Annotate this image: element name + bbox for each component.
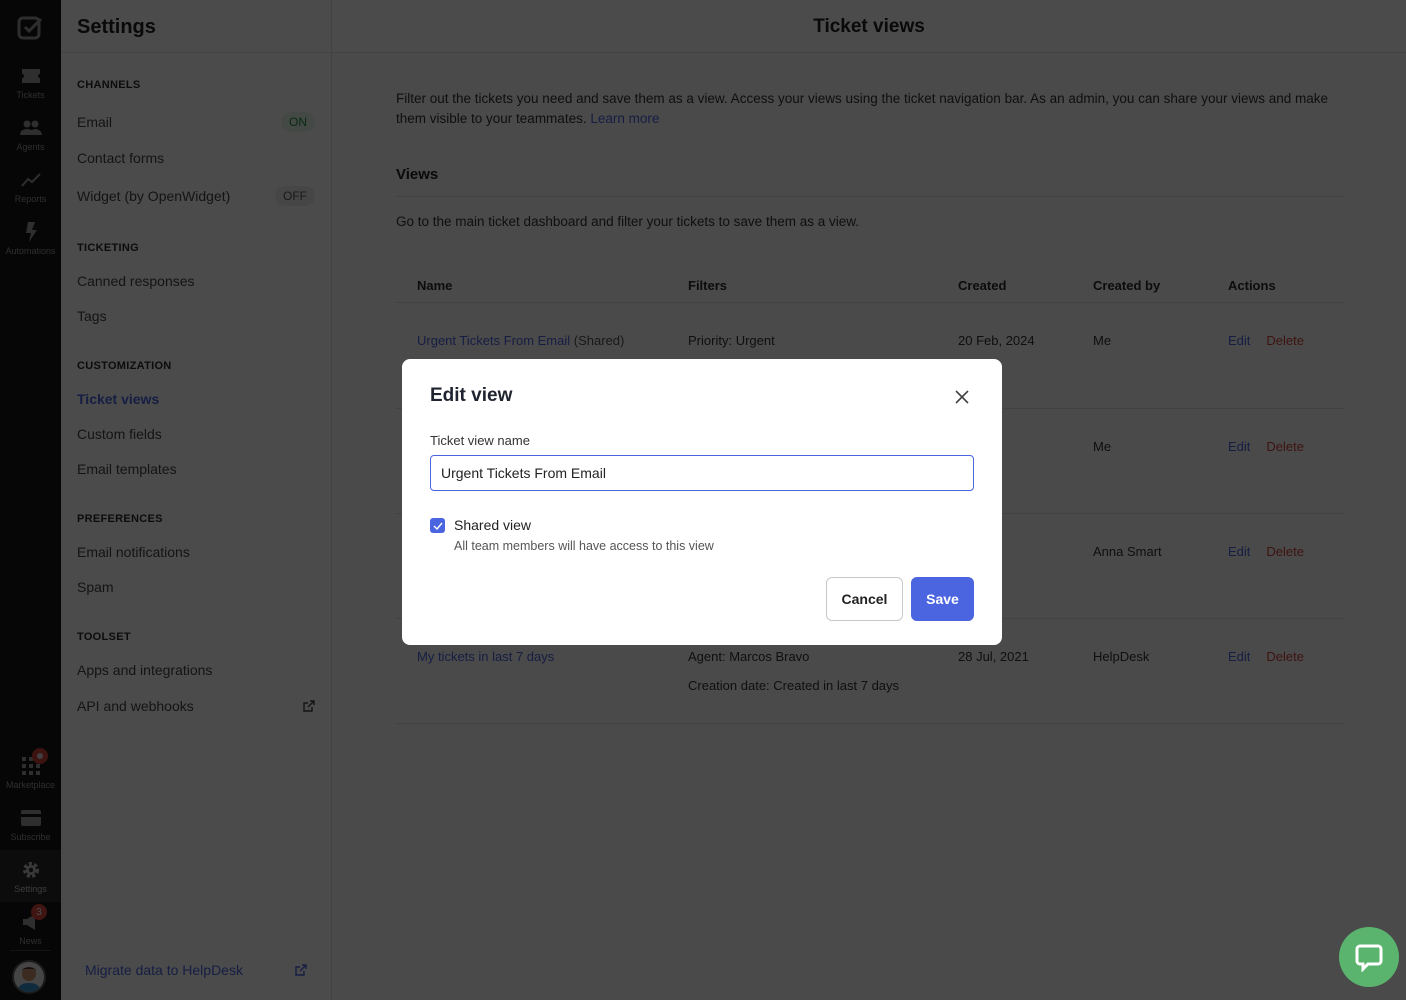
- shared-view-help: All team members will have access to thi…: [454, 539, 714, 553]
- cancel-button[interactable]: Cancel: [826, 577, 903, 621]
- ticket-view-name-input[interactable]: [430, 455, 974, 491]
- close-icon[interactable]: [952, 387, 972, 407]
- edit-view-dialog: Edit view Ticket view name Shared view A…: [402, 359, 1002, 645]
- ticket-view-name-label: Ticket view name: [430, 433, 530, 448]
- shared-view-label[interactable]: Shared view: [454, 517, 531, 533]
- chat-widget-button[interactable]: [1339, 927, 1399, 987]
- save-button[interactable]: Save: [911, 577, 974, 621]
- shared-view-checkbox[interactable]: [430, 518, 445, 533]
- dialog-title: Edit view: [430, 385, 513, 406]
- chat-bubble-icon: [1355, 944, 1383, 972]
- checkmark-icon: [433, 522, 443, 530]
